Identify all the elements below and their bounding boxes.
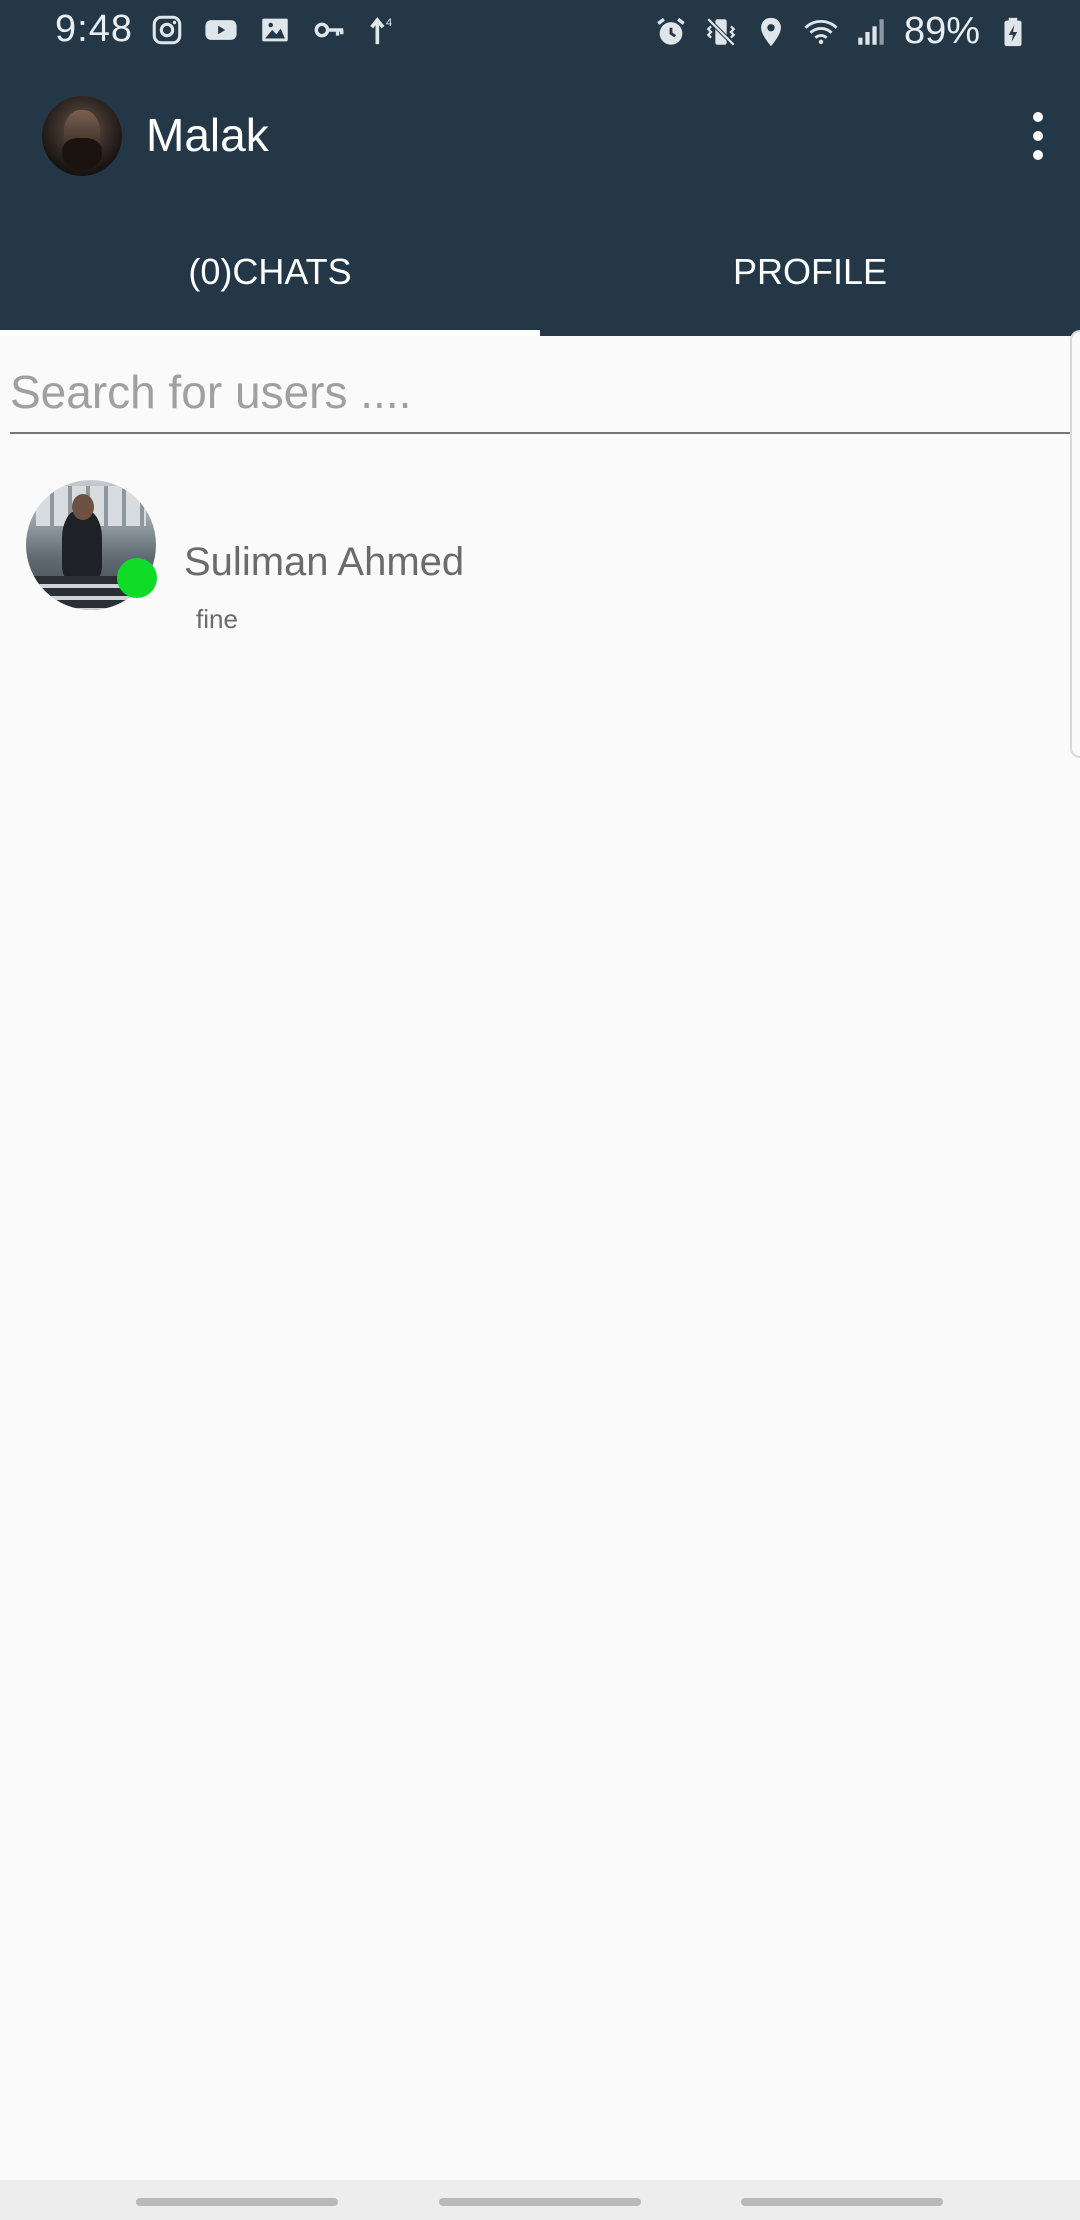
user-avatar[interactable] [42,96,122,176]
avatar-beard-shape [62,138,102,170]
youtube-icon [205,20,237,40]
home-gesture-handle[interactable] [439,2198,641,2206]
more-vertical-icon [1033,112,1043,122]
image-icon [262,18,288,42]
battery-percent: 89% [903,10,980,52]
vibrate-icon [706,17,736,46]
tab-profile-label: PROFILE [732,251,888,292]
contact-list-item[interactable]: Suliman Ahmed fine [0,468,1060,648]
tab-selected-indicator [0,330,540,336]
tab-bar: (0)CHATS PROFILE [0,208,1080,336]
instagram-icon [152,15,182,45]
signal-icon [858,18,884,45]
status-time: 9:48 [55,8,133,50]
status-system-icons: 89% [654,10,1030,53]
more-vertical-icon-dot [1033,150,1043,160]
recents-gesture-handle[interactable] [136,2198,338,2206]
online-status-dot [117,558,157,598]
battery-charging-icon [1004,17,1022,46]
contact-name: Suliman Ahmed [184,540,465,584]
svg-text:4: 4 [386,17,392,29]
more-vertical-icon-dot [1033,131,1043,141]
back-gesture-handle[interactable] [741,2198,943,2206]
app-bar: Malak [0,66,1080,208]
alarm-icon [657,17,685,45]
location-icon [761,17,781,46]
key-icon [314,22,344,38]
tab-chats-label: (0)CHATS [188,251,352,292]
search-field [10,356,1070,434]
data-arrow-icon: 4 [370,17,392,45]
wifi-icon [804,19,838,44]
edge-panel-handle[interactable] [1070,330,1080,758]
chat-app-screen: 9:48 4 89% Malak (0)CHATS PROFILE Search… [0,0,1080,2220]
tab-chats[interactable]: (0)CHATS [0,208,540,336]
status-bar: 9:48 4 89% [0,0,1080,66]
avatar-head-shape [72,494,94,520]
gesture-navigation-bar [0,2180,1080,2220]
tab-profile[interactable]: PROFILE [540,208,1080,336]
search-input[interactable] [10,356,1070,428]
status-notification-icons: 4 [150,13,400,47]
contact-last-message: fine [196,604,238,634]
more-options-button[interactable] [1018,106,1058,166]
avatar-person-shape [62,510,102,580]
app-title: Malak [146,109,269,161]
